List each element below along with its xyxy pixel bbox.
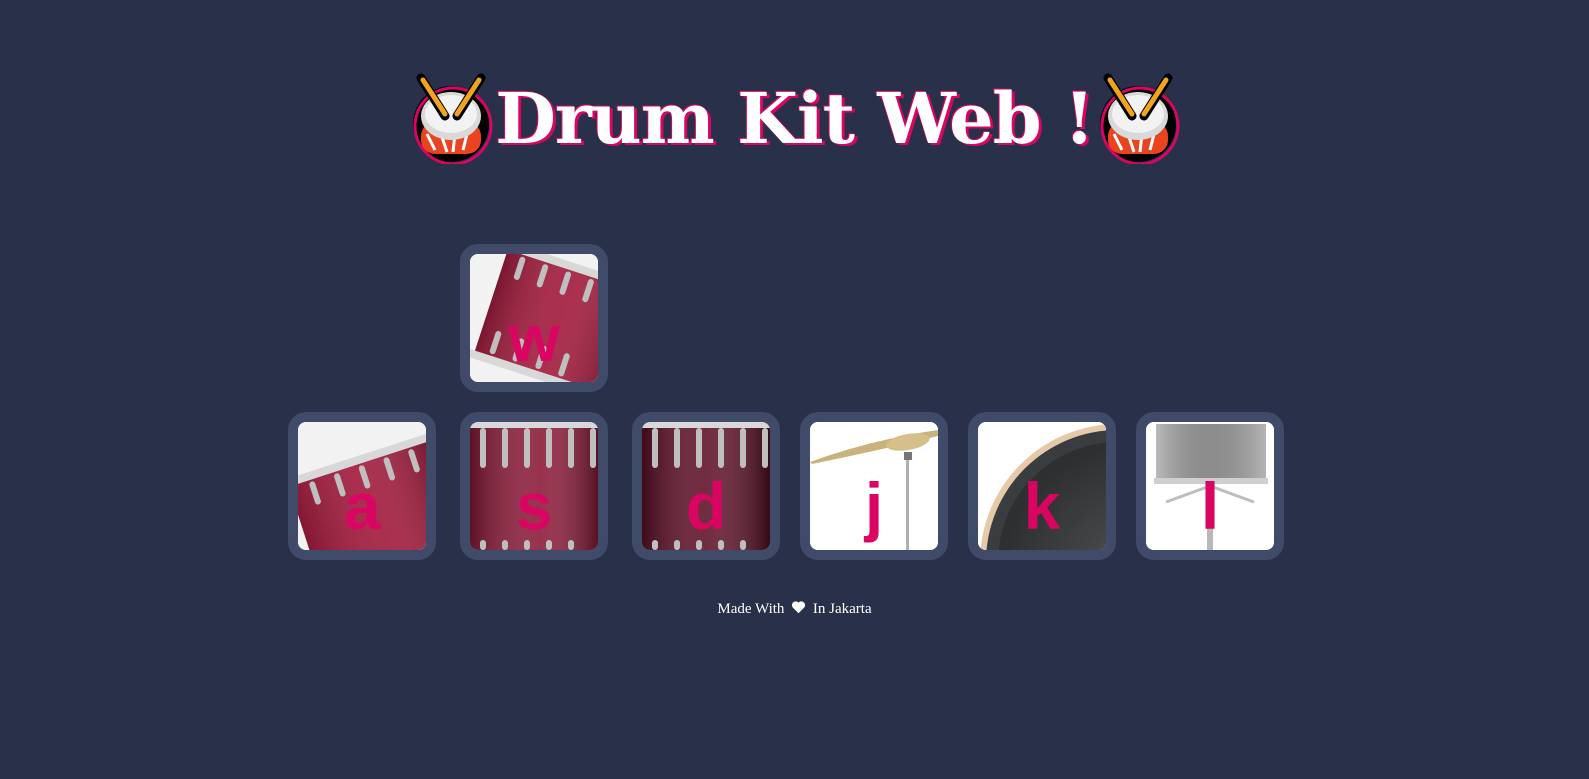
header: Drum Kit Web !: [0, 68, 1589, 168]
heart-icon: [792, 601, 806, 614]
key-letter: w: [508, 301, 560, 375]
drum-key-s[interactable]: s: [460, 412, 608, 560]
drum-key-a[interactable]: a: [288, 412, 436, 560]
footer-text-before: Made With: [717, 601, 785, 617]
drum-icon: [413, 73, 493, 164]
drum-icon: [1099, 73, 1180, 164]
key-letter: k: [1023, 469, 1061, 543]
footer: Made With In Jakarta: [0, 600, 1589, 618]
drum-key-j[interactable]: j: [800, 412, 948, 560]
page-title: Drum Kit Web !: [495, 76, 1095, 160]
key-letter: a: [343, 469, 381, 543]
drum-key-w[interactable]: w: [460, 244, 608, 392]
drum-key-k[interactable]: k: [968, 412, 1116, 560]
drum-key-l[interactable]: l: [1136, 412, 1284, 560]
footer-text-after: In Jakarta: [812, 601, 872, 617]
key-letter: j: [864, 469, 884, 543]
key-letter: l: [1200, 469, 1220, 543]
key-letter: d: [685, 469, 727, 543]
drum-key-d[interactable]: d: [632, 412, 780, 560]
key-letter: s: [515, 469, 553, 543]
